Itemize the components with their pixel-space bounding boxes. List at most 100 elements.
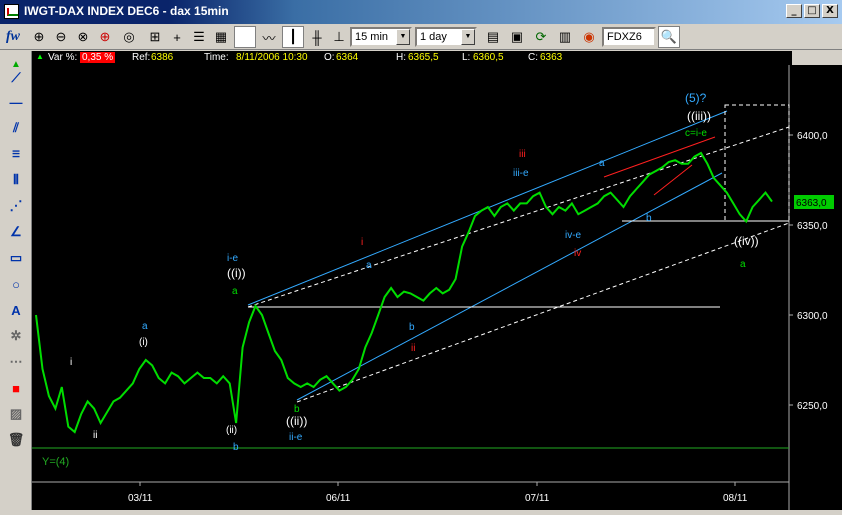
wave-label-iii-e: iii-e	[513, 168, 529, 179]
status-arrow-icon: ▲	[36, 52, 44, 61]
wave-label-ii-double: ((ii))	[286, 414, 307, 428]
rectangle-icon[interactable]: ▭	[4, 247, 28, 269]
wave-label-i-small: i	[70, 357, 72, 368]
x-tick-label: 08/11	[723, 493, 748, 504]
current-price-label: 6363,0	[796, 198, 827, 209]
trendline-icon[interactable]: ⟋	[4, 67, 28, 89]
bar-chart-icon[interactable]: ╫	[306, 26, 328, 48]
line-chart-icon[interactable]: 〰	[258, 26, 280, 48]
color-picker-icon[interactable]: ■	[4, 377, 28, 399]
time-label: Time:	[204, 52, 229, 63]
ohlc-icon[interactable]: ⊥	[328, 26, 350, 48]
wave-label-ii-small: ii	[93, 430, 97, 441]
horizontal-line-icon[interactable]: —	[4, 91, 28, 113]
chevron-down-icon[interactable]: ▼	[461, 29, 475, 45]
lower-dashed-line[interactable]	[296, 222, 790, 403]
wave-label-a-left: a	[232, 286, 238, 297]
wave-label-5: (5)?	[685, 91, 707, 105]
wave-label-i-e: i-e	[227, 253, 239, 264]
fan-icon[interactable]: ⋰	[4, 195, 28, 217]
ohlc-info-bar: ▲ Var %: 0,35 % Ref: 6386 Time: 8/11/200…	[32, 51, 792, 65]
wave-label-ii-paren: (ii)	[226, 425, 237, 436]
select-area-icon[interactable]: ⊞	[144, 26, 166, 48]
close-button[interactable]: X	[822, 4, 838, 18]
globe-icon[interactable]: ◉	[578, 26, 600, 48]
high-label: H:	[396, 52, 406, 63]
period-select[interactable]: 1 day ▼	[415, 27, 477, 47]
open-value: 6364	[336, 52, 359, 63]
text-tool-icon[interactable]: A	[4, 299, 28, 321]
price-chart[interactable]: 6400,0 6350,0 6300,0 6250,0 03/11 06/11 07/11…	[32, 65, 842, 510]
time-value: 8/11/2006 10:30	[236, 52, 308, 63]
low-value: 6360,5	[473, 52, 504, 63]
red-trendline[interactable]	[603, 136, 716, 178]
fibonacci-icon[interactable]: ☰	[4, 143, 28, 165]
grid-icon[interactable]: ▦	[210, 26, 232, 48]
zoom-x-icon[interactable]: ⊗	[72, 26, 94, 48]
search-icon[interactable]: 🔍	[658, 26, 680, 48]
fw-logo-button[interactable]: fw	[2, 26, 24, 48]
title-bar: IWGT-DAX INDEX DEC6 - dax 15min _ □ X	[0, 0, 842, 24]
crosshair-icon[interactable]: +	[166, 26, 188, 48]
close-label: C:	[528, 52, 538, 63]
open-label: O:	[324, 52, 335, 63]
interval-value: 15 min	[355, 31, 389, 43]
minimize-button[interactable]: _	[786, 4, 802, 18]
calendar-icon[interactable]: ▥	[554, 26, 576, 48]
save-icon[interactable]: ▣	[506, 26, 528, 48]
price-series	[35, 151, 773, 434]
pointer-icon[interactable]: ✲	[4, 325, 28, 347]
y-tick-label: 6300,0	[797, 311, 828, 322]
wave-label-i-paren: (i)	[139, 337, 148, 348]
y-axis: 6400,0 6350,0 6300,0 6250,0	[789, 131, 828, 412]
list-icon[interactable]: ☰	[188, 26, 210, 48]
y4-label: Y=(4)	[42, 456, 69, 468]
wave-label-ii-e: ii-e	[289, 432, 303, 443]
x-axis: 03/11 06/11 07/11 08/11	[128, 482, 748, 504]
vertical-lines-icon[interactable]: ⦀	[4, 169, 28, 191]
symbol-input[interactable]: FDXZ6	[602, 27, 656, 47]
wave-label-ii-red: ii	[411, 343, 415, 354]
wave-label-i-double: ((i))	[227, 266, 246, 280]
zoom-fit-icon[interactable]: ◎	[118, 26, 140, 48]
toolbar: fw ⊕ ⊖ ⊗ ⊕ ◎ ⊞ + ☰ ▦ 〰 ┃ ╫ ⊥ 15 min ▼ 1 …	[0, 24, 842, 50]
high-value: 6365,5	[408, 52, 439, 63]
wave-label-iv: iv	[574, 248, 581, 259]
zoom-out-icon[interactable]: ⊖	[50, 26, 72, 48]
parallel-lines-icon[interactable]: ⫽	[4, 117, 28, 139]
drawing-tools-panel: ▲ ⟋ — ⫽ ☰ ⦀ ⋰ ∠ ▭ ○ A ✲ ⋯ ■ ▨ 🗑	[0, 51, 32, 510]
zoom-red-icon[interactable]: ⊕	[94, 26, 116, 48]
angle-icon[interactable]: ∠	[4, 221, 28, 243]
low-label: L:	[462, 52, 471, 63]
y-tick-label: 6350,0	[797, 221, 828, 232]
wave-label-b-low: b	[294, 404, 300, 415]
window-title: IWGT-DAX INDEX DEC6 - dax 15min	[24, 4, 229, 18]
eraser-icon[interactable]: ▨	[4, 403, 28, 425]
chevron-down-icon[interactable]: ▼	[396, 29, 410, 45]
wave-label-iv-e: iv-e	[565, 230, 582, 241]
x-tick-label: 07/11	[525, 493, 550, 504]
wave-label-i-red: i	[361, 237, 363, 248]
trash-icon[interactable]: 🗑	[4, 429, 28, 451]
y-tick-label: 6250,0	[797, 401, 828, 412]
drawing-overlays	[32, 104, 790, 449]
wave-label-a-top: a	[599, 158, 605, 169]
interval-select[interactable]: 15 min ▼	[350, 27, 412, 47]
windows-icon[interactable]: ▤	[482, 26, 504, 48]
x-tick-label: 03/11	[128, 493, 153, 504]
maximize-button[interactable]: □	[804, 4, 820, 18]
chart-svg[interactable]: 6400,0 6350,0 6300,0 6250,0 03/11 06/11 07/11…	[32, 65, 842, 510]
close-value: 6363	[540, 52, 563, 63]
divider-icon: ⋯	[9, 354, 23, 369]
wave-label-a-first: a	[142, 321, 148, 332]
refresh-icon[interactable]: ⟳	[530, 26, 552, 48]
app-icon	[4, 4, 19, 19]
zoom-in-icon[interactable]: ⊕	[28, 26, 50, 48]
empty-box-icon[interactable]	[234, 26, 256, 48]
symbol-value: FDXZ6	[607, 31, 642, 43]
wave-label-b-mid: b	[409, 322, 415, 333]
wave-label-b-left: b	[233, 442, 239, 453]
candlestick-icon[interactable]: ┃	[282, 26, 304, 48]
wave-label-a-right: a	[740, 259, 746, 270]
ellipse-icon[interactable]: ○	[4, 273, 28, 295]
